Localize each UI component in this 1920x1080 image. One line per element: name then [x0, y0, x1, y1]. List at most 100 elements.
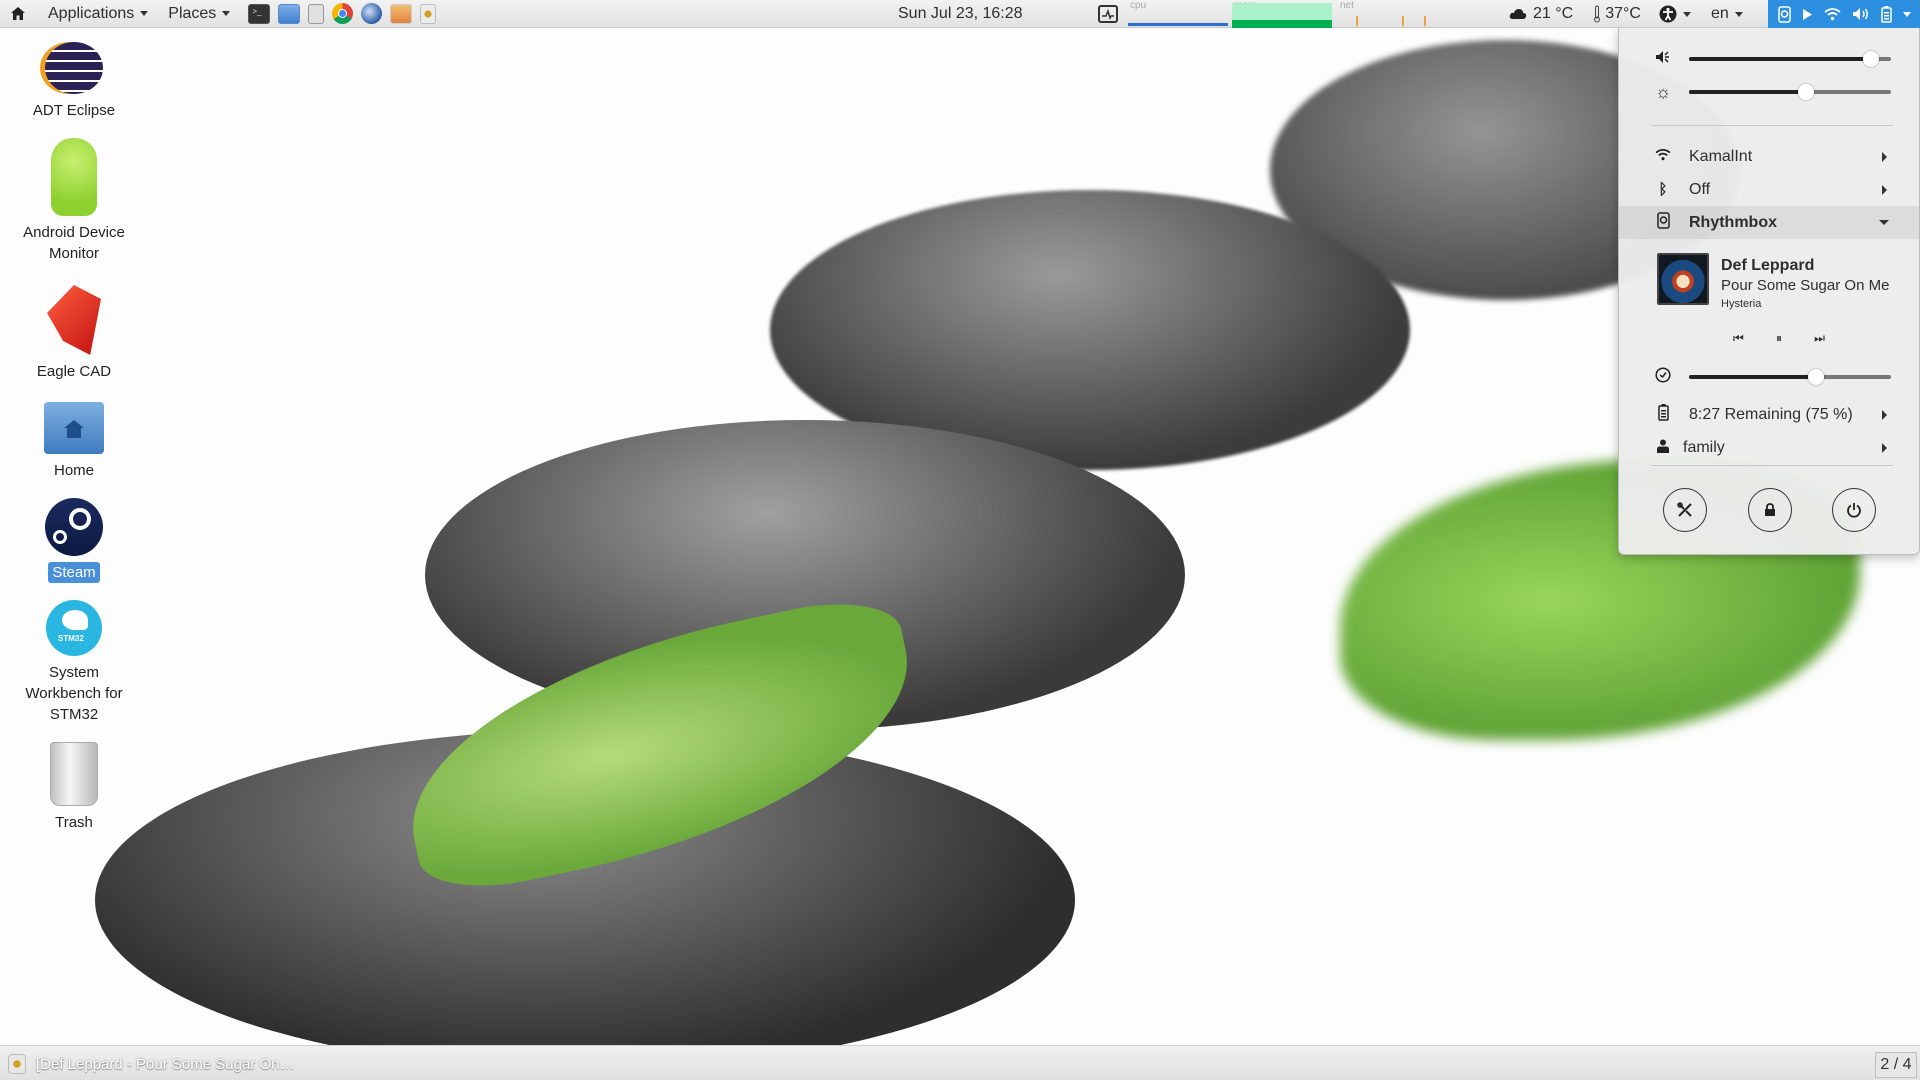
cabinet-icon[interactable] [308, 3, 325, 24]
slider-handle[interactable] [1808, 369, 1825, 385]
bottom-panel: [Def Leppard - Pour Some Sugar On… 2 / 4 [0, 1045, 1920, 1080]
clock[interactable]: Sun Jul 23, 16:28 [898, 0, 1023, 28]
slider-handle[interactable] [1862, 51, 1879, 67]
desktop-icon-label: Home [53, 462, 94, 479]
rhythmbox-icon [8, 1054, 26, 1074]
desktop-icon-android-device-monitor[interactable]: Android Device Monitor [10, 138, 138, 264]
battery-icon [1653, 404, 1673, 425]
play-icon [1802, 8, 1812, 20]
cpu-label: cpu [1130, 0, 1147, 11]
separator [1651, 125, 1893, 126]
volume-muted-icon [1653, 50, 1673, 69]
thunderbird-icon[interactable] [361, 3, 383, 24]
wifi-icon [1653, 148, 1673, 165]
rhythmbox-icon[interactable] [420, 3, 437, 24]
rhythmbox-menu-item[interactable]: Rhythmbox [1619, 206, 1919, 239]
media-player: Def Leppard Pour Some Sugar On Me Hyster… [1657, 253, 1897, 368]
home-button[interactable] [0, 0, 38, 28]
terminal-icon[interactable]: >_ [248, 3, 271, 24]
chevron-right-icon [1882, 409, 1887, 420]
brightness-slider[interactable] [1689, 84, 1891, 100]
user-icon [1653, 439, 1673, 457]
wifi-menu-item[interactable]: KamalInt [1619, 140, 1919, 173]
folder-home-icon [44, 402, 104, 454]
volume-icon [1852, 8, 1868, 20]
desktop-icon-home[interactable]: Home [10, 402, 138, 481]
taskbar-window-title: [Def Leppard - Pour Some Sugar On… [36, 1055, 295, 1073]
playback-controls: ⏮ ⏸ ⏭ [1733, 331, 1825, 346]
tools-icon [1677, 502, 1692, 517]
track-title: Pour Some Sugar On Me [1721, 277, 1890, 294]
user-name-label: family [1683, 438, 1725, 456]
power-icon [1847, 503, 1861, 518]
steam-icon [45, 498, 103, 556]
photos-icon[interactable] [390, 3, 413, 24]
chrome-icon[interactable] [332, 3, 354, 24]
track-artist: Def Leppard [1721, 257, 1815, 274]
slider-handle[interactable] [1798, 84, 1815, 100]
album-art [1657, 253, 1709, 305]
desktop-icon-adt-eclipse[interactable]: ADT Eclipse [10, 42, 138, 121]
chevron-right-icon [1882, 184, 1887, 195]
chevron-down-icon [1682, 11, 1691, 17]
keyboard-layout-label: en [1710, 5, 1729, 22]
taskbar-window-rhythmbox[interactable]: [Def Leppard - Pour Some Sugar On… [8, 1052, 294, 1076]
applications-label: Applications [48, 4, 135, 22]
pause-icon[interactable]: ⏸ [1776, 331, 1782, 346]
desktop-icon-label: Eagle CAD [36, 363, 112, 380]
top-panel: Applications Places >_ Sun Jul 23, 16:28… [0, 0, 1920, 28]
battery-menu-item[interactable]: 8:27 Remaining (75 %) [1619, 398, 1919, 431]
desktop-icon-eagle-cad[interactable]: Eagle CAD [10, 285, 138, 382]
workspace-indicator: 2 / 4 [1880, 1056, 1912, 1073]
desktop-icon-label: Android Device Monitor [23, 224, 125, 262]
desktop-icon-system-workbench[interactable]: STM32 System Workbench for STM32 [10, 600, 138, 725]
brightness-row: ☼ [1619, 77, 1919, 107]
chevron-right-icon [1882, 151, 1887, 162]
volume-row [1619, 44, 1919, 74]
bluetooth-menu-item[interactable]: ᛒ Off [1619, 173, 1919, 206]
android-icon [51, 138, 97, 216]
bluetooth-status-label: Off [1689, 180, 1711, 198]
system-status-button[interactable] [1768, 0, 1920, 28]
desktop-icon-label: Steam [48, 562, 100, 583]
trash-icon [50, 742, 98, 806]
lock-screen-button[interactable] [1748, 488, 1792, 532]
rhythmbox-status-icon [1777, 5, 1791, 23]
monitor-icon[interactable] [278, 3, 301, 24]
cpu-temperature[interactable]: 37°C [1579, 0, 1647, 28]
sleep-timer-slider[interactable] [1689, 369, 1891, 385]
home-icon [11, 7, 25, 20]
user-menu-item[interactable]: family [1619, 431, 1919, 464]
cpu-temp-value: 37°C [1605, 5, 1641, 22]
eagle-icon [47, 285, 101, 355]
chevron-down-icon [140, 11, 149, 16]
desktop-icon-steam[interactable]: Steam [10, 498, 138, 583]
previous-track-icon[interactable]: ⏮ [1733, 331, 1744, 346]
timer-row [1619, 362, 1919, 392]
chevron-right-icon [1882, 442, 1887, 453]
wifi-icon [1823, 8, 1841, 21]
accessibility-icon [1659, 5, 1677, 23]
volume-slider[interactable] [1689, 51, 1891, 67]
track-album: Hysteria [1721, 298, 1762, 310]
keyboard-layout-menu[interactable]: en [1697, 0, 1749, 28]
accessibility-menu[interactable] [1647, 0, 1697, 28]
eclipse-icon [45, 42, 103, 94]
places-menu[interactable]: Places [158, 0, 242, 28]
indicators: 21 °C 37°C en [1505, 0, 1749, 28]
settings-button[interactable] [1663, 488, 1707, 532]
power-off-button[interactable] [1832, 488, 1876, 532]
thermometer-icon [1594, 5, 1601, 23]
desktop-icon-trash[interactable]: Trash [10, 742, 138, 833]
applications-menu[interactable]: Applications [38, 0, 158, 28]
wifi-network-label: KamalInt [1689, 147, 1753, 165]
system-monitor[interactable]: cpu mem net [1098, 0, 1446, 28]
weather-indicator[interactable]: 21 °C [1505, 0, 1579, 28]
rhythmbox-icon [1653, 212, 1673, 233]
next-track-icon[interactable]: ⏭ [1814, 331, 1825, 346]
chevron-down-icon [1902, 11, 1911, 17]
stm32-icon: STM32 [46, 600, 102, 656]
system-status-menu: ☼ KamalInt ᛒ Off Rhythmbox Def Leppard P… [1618, 28, 1920, 555]
net-label: net [1340, 0, 1354, 11]
workspace-switcher[interactable]: 2 / 4 [1875, 1052, 1917, 1078]
